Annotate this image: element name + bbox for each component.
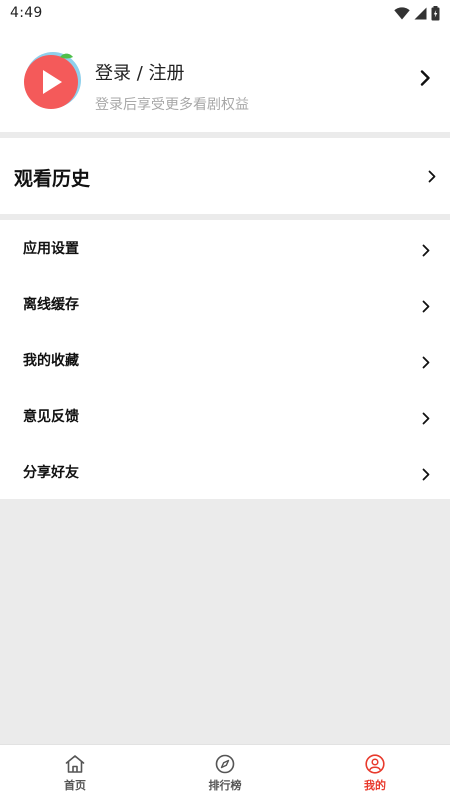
status-time: 4:49 — [10, 5, 43, 21]
home-icon — [64, 754, 86, 774]
menu-item-label: 我的收藏 — [23, 353, 79, 369]
tab-label: 首页 — [64, 779, 86, 792]
tomato-play-icon[interactable] — [22, 50, 82, 110]
menu-item-label: 离线缓存 — [23, 297, 79, 313]
wifi-icon — [394, 6, 410, 20]
menu-item-offline-cache[interactable]: 离线缓存 — [0, 276, 450, 332]
tab-ranking[interactable]: 排行榜 — [150, 745, 300, 799]
login-benefits-subtitle: 登录后享受更多看剧权益 — [95, 97, 249, 113]
tab-label: 我的 — [364, 779, 386, 792]
watch-history-row[interactable]: 观看历史 — [0, 138, 450, 214]
tab-mine[interactable]: 我的 — [300, 745, 450, 799]
menu-item-label: 分享好友 — [23, 465, 79, 481]
cellular-signal-icon — [414, 7, 427, 20]
user-icon — [364, 754, 386, 774]
battery-icon — [431, 5, 440, 21]
chevron-right-icon — [422, 356, 430, 369]
compass-icon — [214, 754, 236, 774]
tab-home[interactable]: 首页 — [0, 745, 150, 799]
tab-label: 排行榜 — [208, 779, 242, 792]
chevron-right-icon — [422, 412, 430, 425]
login-profile-card[interactable]: 登录 / 注册 登录后享受更多看剧权益 — [0, 26, 450, 132]
menu-item-app-settings[interactable]: 应用设置 — [0, 220, 450, 276]
menu-item-feedback[interactable]: 意见反馈 — [0, 388, 450, 444]
status-bar: 4:49 — [0, 0, 450, 26]
menu-item-label: 意见反馈 — [23, 409, 79, 425]
chevron-right-icon — [420, 70, 430, 86]
login-register-title: 登录 / 注册 — [95, 63, 185, 84]
menu-item-favorites[interactable]: 我的收藏 — [0, 332, 450, 388]
chevron-right-icon — [422, 244, 430, 257]
settings-menu: 应用设置 离线缓存 我的收藏 意见反馈 分享好友 — [0, 220, 450, 499]
chevron-right-icon — [422, 468, 430, 481]
menu-item-label: 应用设置 — [23, 241, 79, 257]
menu-item-share-friends[interactable]: 分享好友 — [0, 444, 450, 500]
bottom-tab-bar: 首页 排行榜 我的 — [0, 744, 450, 799]
status-icons — [394, 5, 440, 21]
chevron-right-icon — [422, 300, 430, 313]
chevron-right-icon — [428, 170, 436, 183]
watch-history-label: 观看历史 — [14, 168, 91, 190]
